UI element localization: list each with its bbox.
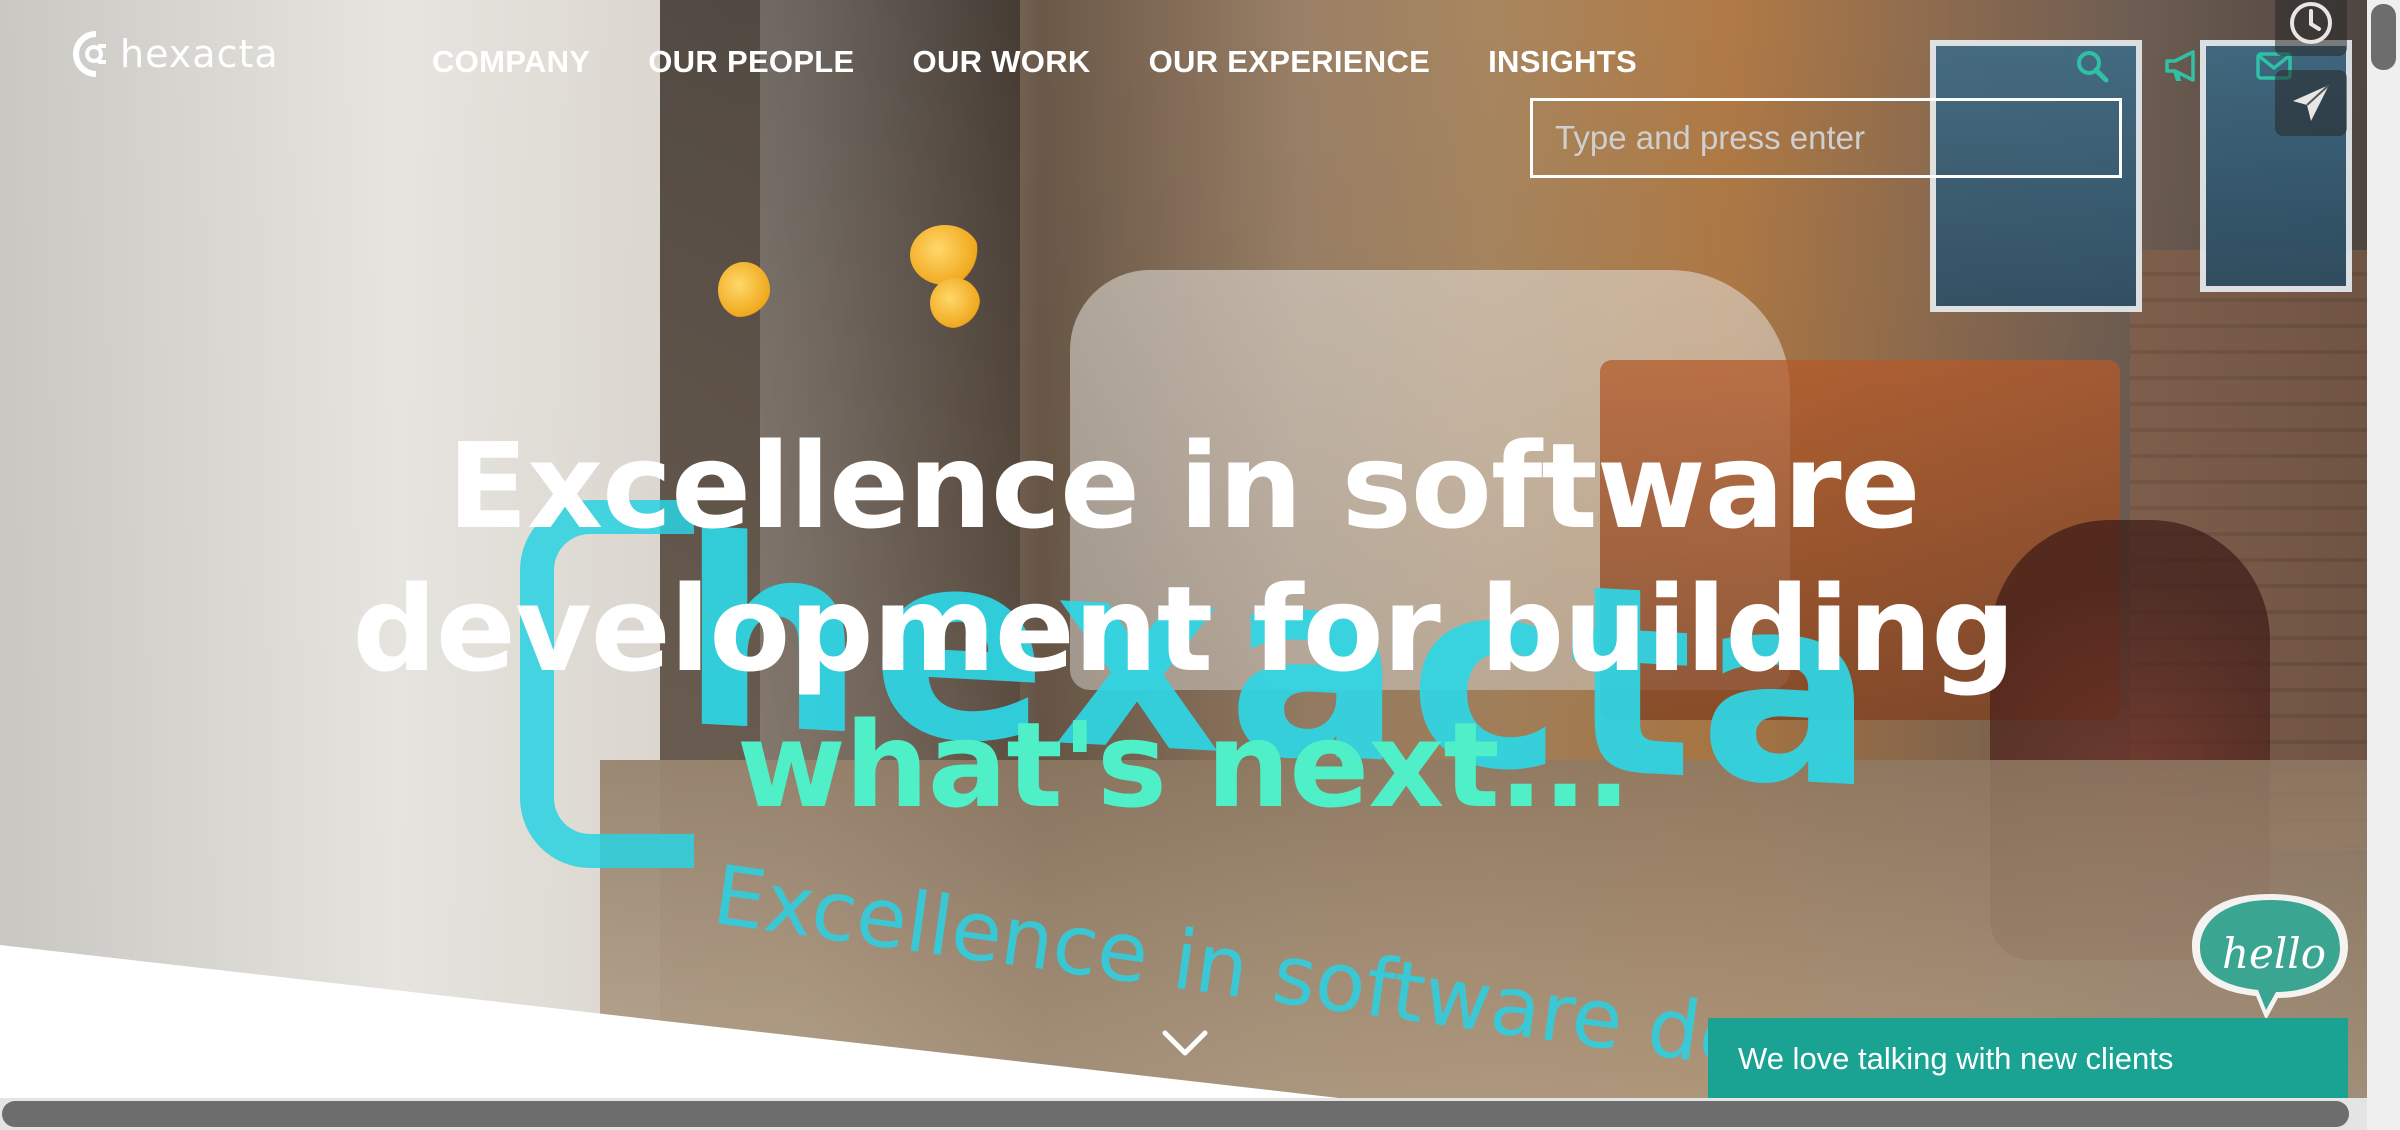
vertical-scrollbar[interactable]: [2367, 0, 2400, 1130]
site-logo[interactable]: hexacta: [72, 30, 279, 78]
hero-lamp: [910, 225, 980, 285]
hero-lamp: [718, 262, 770, 318]
search-icon[interactable]: [2072, 46, 2112, 86]
page: hexacta Excellence in software develop h…: [0, 0, 2367, 1130]
nav-item-company[interactable]: COMPANY: [432, 44, 590, 80]
horizontal-scrollbar-thumb[interactable]: [2, 1101, 2349, 1127]
megaphone-icon[interactable]: [2162, 46, 2202, 86]
search-box: [1530, 98, 2122, 178]
nav-item-our-people[interactable]: OUR PEOPLE: [648, 44, 854, 80]
hero-title: Excellence in software development for b…: [0, 415, 2367, 701]
hero-title-line2: development for building: [352, 560, 2015, 698]
nav-item-our-experience[interactable]: OUR EXPERIENCE: [1149, 44, 1431, 80]
paper-plane-icon: [2293, 84, 2330, 121]
hero-subtitle: what's next...: [736, 696, 1632, 834]
vertical-scrollbar-thumb[interactable]: [2371, 4, 2396, 70]
clock-icon: [2290, 2, 2332, 44]
chat-launcher[interactable]: We love talking with new clients: [1708, 1018, 2348, 1100]
horizontal-scrollbar[interactable]: [0, 1098, 2367, 1130]
hello-text[interactable]: hello: [2214, 930, 2334, 978]
hero-diagonal: [0, 945, 1400, 1100]
hero-title-line1: Excellence in software: [447, 417, 1920, 555]
chat-launcher-label: We love talking with new clients: [1738, 1041, 2174, 1076]
nav-item-our-work[interactable]: OUR WORK: [913, 44, 1091, 80]
clock-button[interactable]: [2275, 0, 2347, 56]
hero-lamp: [930, 278, 980, 328]
logo-mark-icon: [73, 31, 106, 77]
chevron-down-icon[interactable]: [1162, 1030, 1208, 1058]
send-button[interactable]: [2275, 70, 2347, 136]
nav-item-insights[interactable]: INSIGHTS: [1488, 44, 1637, 80]
main-nav: COMPANY OUR PEOPLE OUR WORK OUR EXPERIEN…: [432, 44, 1637, 80]
search-input[interactable]: [1533, 101, 2119, 175]
logo-text: hexacta: [120, 32, 279, 76]
